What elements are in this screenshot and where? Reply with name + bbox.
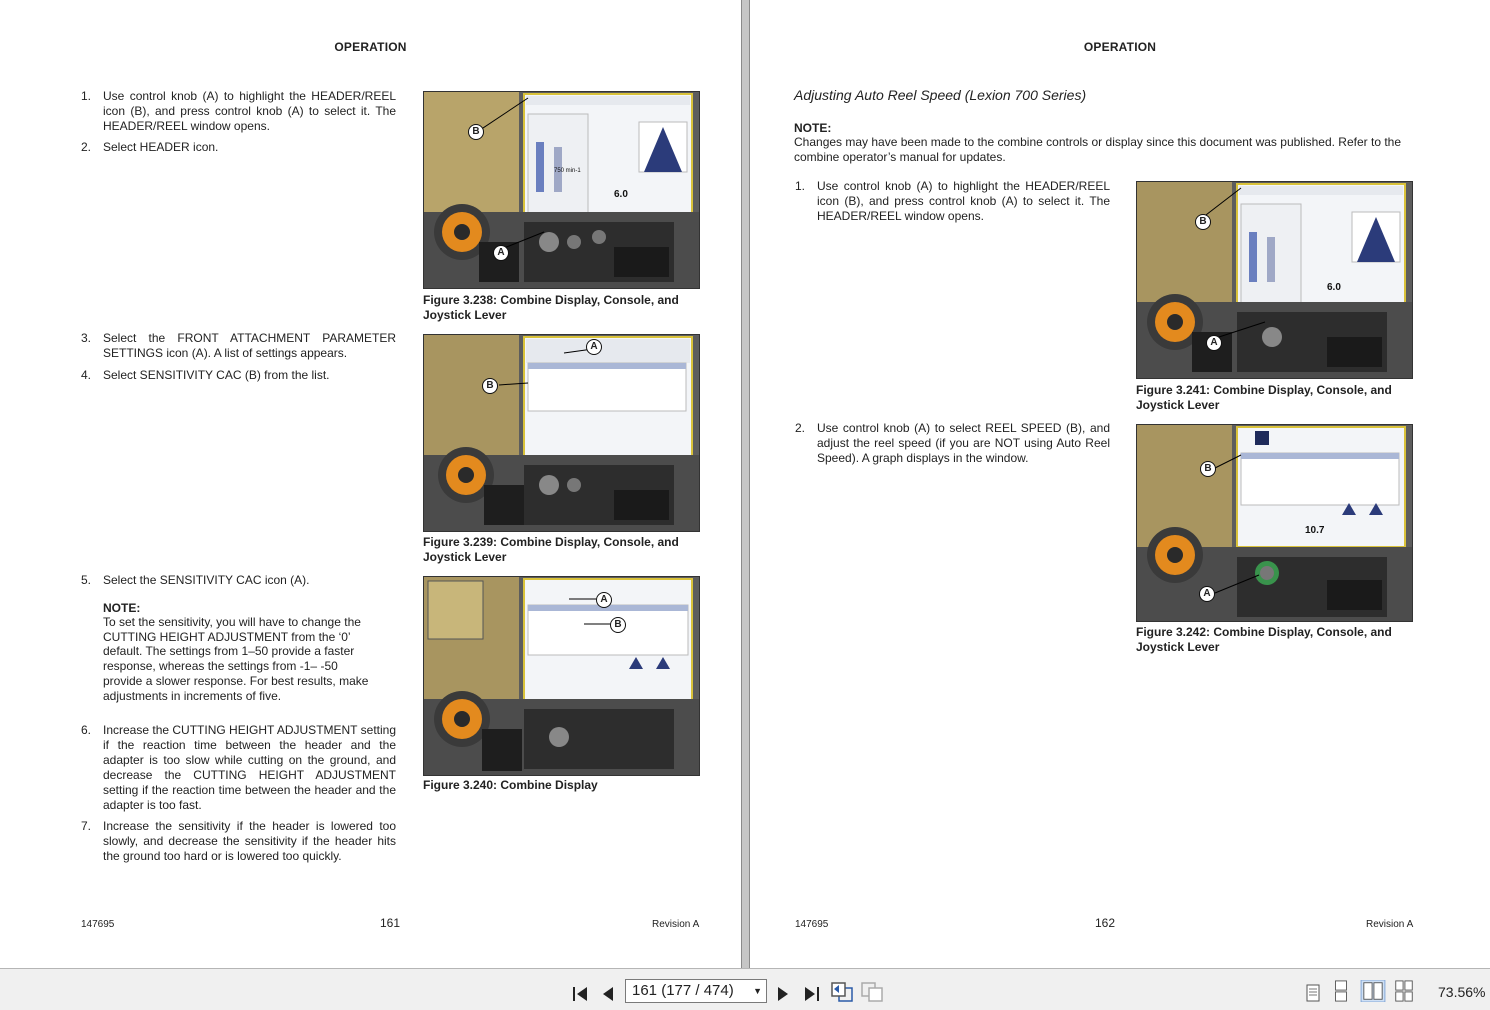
- step-number: 7.: [81, 819, 92, 833]
- step-text: Select HEADER icon.: [103, 140, 219, 154]
- figure-241-image: 6.0 B A: [1136, 181, 1413, 379]
- step-text: Increase the CUTTING HEIGHT ADJUSTMENT s…: [103, 723, 396, 812]
- callout-a: A: [586, 339, 602, 355]
- facing-icon[interactable]: [1360, 980, 1386, 1002]
- step-text: Use control knob (A) to highlight the HE…: [103, 89, 396, 133]
- figure-238-caption: Figure 3.238: Combine Display, Console, …: [423, 293, 679, 322]
- callout-b: B: [610, 617, 626, 633]
- figure-239-image: B A: [423, 334, 700, 532]
- first-page-icon[interactable]: [571, 983, 589, 1005]
- step-text: Use control knob (A) to select REEL SPEE…: [817, 421, 1110, 465]
- note-heading: NOTE:: [103, 601, 141, 615]
- footer-page-number: 162: [1095, 916, 1116, 930]
- step-text: Select the SENSITIVITY CAC icon (A).: [103, 573, 310, 587]
- page-number-field[interactable]: 161 (177 / 474) ▼: [625, 979, 767, 1003]
- continuous-facing-icon[interactable]: [1393, 980, 1415, 1002]
- figure-239-caption: Figure 3.239: Combine Display, Console, …: [423, 535, 679, 564]
- callout-b: B: [1195, 214, 1211, 230]
- zoom-level[interactable]: 73.56%: [1438, 984, 1485, 1000]
- right-page: OPERATION Adjusting Auto Reel Speed (Lex…: [750, 0, 1490, 968]
- callout-a: A: [1199, 586, 1215, 602]
- figure-242-caption: Figure 3.242: Combine Display, Console, …: [1136, 625, 1392, 654]
- figure-240-caption: Figure 3.240: Combine Display: [423, 778, 598, 792]
- left-page: OPERATION 1. Use control knob (A) to hig…: [0, 0, 741, 968]
- callout-a: A: [493, 245, 509, 261]
- step-number: 4.: [81, 368, 92, 382]
- figure-238-image: 6.0 750 min-1 B A: [423, 91, 700, 289]
- footer-revision: Revision A: [652, 919, 700, 930]
- prev-view-icon[interactable]: [830, 981, 854, 1003]
- footer-page-number: 161: [380, 916, 401, 930]
- step-number: 6.: [81, 723, 92, 737]
- step-text: Increase the sensitivity if the header i…: [103, 819, 396, 863]
- step-number: 2.: [81, 140, 92, 154]
- step-text: Use control knob (A) to highlight the HE…: [817, 179, 1110, 223]
- figure-242-image: 10.7 B A: [1136, 424, 1413, 622]
- page-header: OPERATION: [1083, 40, 1157, 54]
- page-number-value: 161 (177 / 474): [632, 982, 734, 999]
- prev-page-icon[interactable]: [601, 983, 615, 1005]
- step-number: 5.: [81, 573, 92, 587]
- footer-revision: Revision A: [1366, 919, 1414, 930]
- step-text: Select SENSITIVITY CAC (B) from the list…: [103, 368, 330, 382]
- step-number: 1.: [81, 89, 92, 103]
- page-gutter: [741, 0, 750, 968]
- next-view-icon[interactable]: [860, 981, 884, 1003]
- readout-ground-speed: 6.0: [1327, 282, 1341, 293]
- chevron-down-icon[interactable]: ▼: [753, 980, 762, 1002]
- note-block: NOTE: To set the sensitivity, you will h…: [103, 601, 373, 703]
- footer-doc-number: 147695: [795, 919, 829, 930]
- section-title: Adjusting Auto Reel Speed (Lexion 700 Se…: [794, 87, 1087, 103]
- cab-illustration: 6.0: [1137, 182, 1412, 378]
- step-number: 2.: [795, 421, 806, 435]
- step-number: 1.: [795, 179, 806, 193]
- note-block: NOTE: Changes may have been made to the …: [794, 121, 1414, 164]
- figure-240-image: A B: [423, 576, 700, 776]
- page-header: OPERATION: [334, 40, 407, 54]
- cab-illustration: [424, 577, 699, 775]
- single-page-icon[interactable]: [1304, 982, 1322, 1004]
- note-heading: NOTE:: [794, 121, 832, 135]
- step-text: Select the FRONT ATTACHMENT PARAMETER SE…: [103, 331, 396, 360]
- callout-b: B: [1200, 461, 1216, 477]
- figure-241-caption: Figure 3.241: Combine Display, Console, …: [1136, 383, 1392, 412]
- step-number: 3.: [81, 331, 92, 345]
- note-text: Changes may have been made to the combin…: [794, 135, 1402, 164]
- next-page-icon[interactable]: [776, 983, 790, 1005]
- cab-illustration: 10.7: [1137, 425, 1412, 621]
- readout-ground-speed: 6.0: [614, 189, 628, 200]
- callout-b: B: [482, 378, 498, 394]
- readout-ground-speed-alt: 10.7: [1305, 525, 1325, 536]
- readout-rpm: 750 min-1: [554, 168, 581, 174]
- note-text: To set the sensitivity, you will have to…: [103, 615, 369, 703]
- footer-doc-number: 147695: [81, 919, 115, 930]
- callout-a: A: [1206, 335, 1222, 351]
- last-page-icon[interactable]: [803, 983, 821, 1005]
- callout-b: B: [468, 124, 484, 140]
- callout-a: A: [596, 592, 612, 608]
- cab-illustration: [424, 335, 699, 531]
- continuous-icon[interactable]: [1332, 980, 1350, 1002]
- cab-illustration: 6.0 750 min-1: [424, 92, 699, 288]
